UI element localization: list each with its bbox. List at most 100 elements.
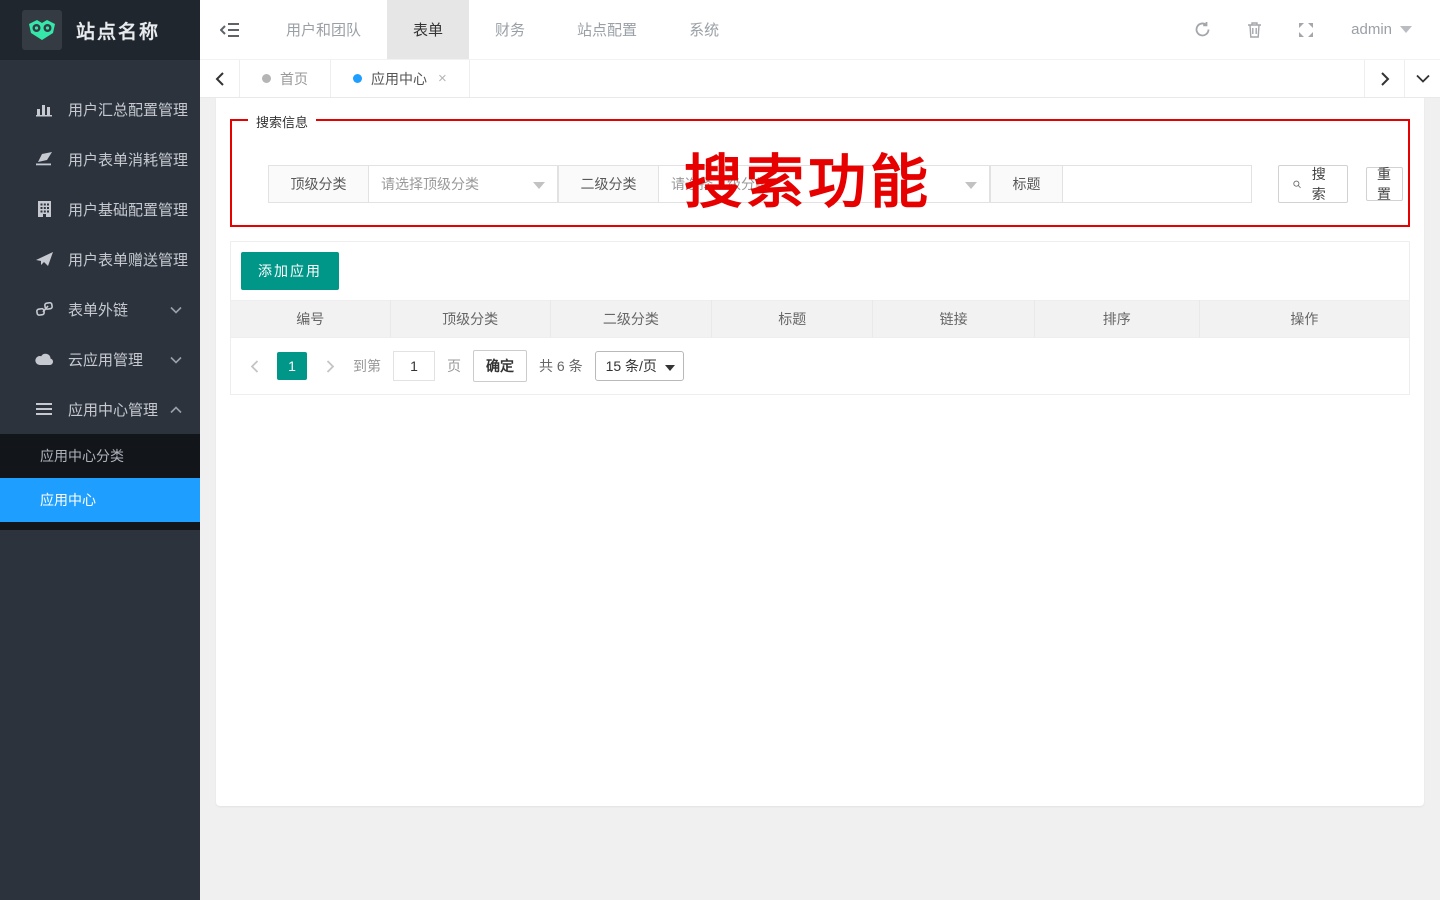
field-label: 二级分类 <box>559 166 659 202</box>
field-label: 标题 <box>991 166 1063 202</box>
eraser-icon <box>34 152 54 166</box>
fullscreen-icon[interactable] <box>1287 11 1325 49</box>
prev-page-icon[interactable] <box>243 353 265 379</box>
cloud-icon <box>34 353 54 366</box>
sidebar-item-label: 应用中心管理 <box>68 399 170 420</box>
submenu-item-app-center[interactable]: 应用中心 <box>0 478 200 522</box>
col-title: 标题 <box>712 301 873 338</box>
tab-dot-icon <box>262 74 271 83</box>
col-sort: 排序 <box>1034 301 1199 338</box>
close-icon[interactable]: × <box>438 70 447 87</box>
add-app-button[interactable]: 添加应用 <box>241 252 339 290</box>
app-window: 站点名称 用户和团队 表单 财务 站点配置 系统 <box>0 0 1440 900</box>
main-content: 搜索信息 顶级分类 请选择顶级分类 二级分类 请选择二级分类 <box>200 98 1440 900</box>
topnav-item-forms[interactable]: 表单 <box>387 0 469 59</box>
sidebar-item-label: 用户表单消耗管理 <box>68 149 188 170</box>
collapse-sidebar-icon[interactable] <box>200 0 260 59</box>
list-icon <box>34 403 54 415</box>
select-placeholder: 请选择二级分类 <box>671 174 769 194</box>
sidebar-item-label: 用户表单赠送管理 <box>68 249 188 270</box>
tab-label: 应用中心 <box>371 69 427 89</box>
page-size-value: 15 条/页 <box>606 356 657 376</box>
sidebar-item-user-summary[interactable]: 用户汇总配置管理 <box>0 84 200 134</box>
app-table: 编号 顶级分类 二级分类 标题 链接 排序 操作 <box>231 300 1409 338</box>
page-number-current[interactable]: 1 <box>277 352 307 380</box>
search-panel: 搜索信息 顶级分类 请选择顶级分类 二级分类 请选择二级分类 <box>230 119 1410 227</box>
sidebar-item-label: 用户汇总配置管理 <box>68 99 188 120</box>
chevron-down-icon <box>965 182 977 189</box>
sidebar-item-form-consumption[interactable]: 用户表单消耗管理 <box>0 134 200 184</box>
reset-button[interactable]: 重置 <box>1366 167 1403 201</box>
col-actions: 操作 <box>1199 301 1409 338</box>
tab-home[interactable]: 首页 <box>240 60 331 97</box>
top-navigation: 用户和团队 表单 财务 站点配置 系统 <box>260 0 745 59</box>
top-category-field: 顶级分类 请选择顶级分类 <box>268 165 558 203</box>
chevron-down-icon <box>170 301 182 318</box>
tabs-menu-icon[interactable] <box>1404 60 1440 97</box>
refresh-icon[interactable] <box>1183 11 1221 49</box>
top-category-select[interactable]: 请选择顶级分类 <box>369 166 557 202</box>
search-button[interactable]: 搜 索 <box>1278 165 1348 203</box>
pagination: 1 到第 页 确定 共 6 条 15 条/页 <box>231 338 1409 394</box>
total-count-label: 共 6 条 <box>539 356 583 376</box>
goto-label: 到第 <box>353 356 381 376</box>
tabs-scroll-left-icon[interactable] <box>200 60 240 97</box>
page-size-select[interactable]: 15 条/页 <box>595 351 684 381</box>
user-menu[interactable]: admin <box>1339 21 1412 38</box>
chevron-down-icon <box>1400 26 1412 33</box>
confirm-page-button[interactable]: 确定 <box>473 350 527 382</box>
next-page-icon[interactable] <box>319 353 341 379</box>
sidebar-item-cloud-app[interactable]: 云应用管理 <box>0 334 200 384</box>
username: admin <box>1351 21 1392 38</box>
sidebar: 用户汇总配置管理 用户表单消耗管理 用户基础配置管理 用户表单赠送管理 表单外链 <box>0 60 200 900</box>
building-icon <box>34 201 54 217</box>
topnav-item-site-config[interactable]: 站点配置 <box>551 0 663 59</box>
search-icon <box>1293 177 1301 192</box>
title-field: 标题 <box>990 165 1252 203</box>
chevron-up-icon <box>170 401 182 418</box>
sidebar-item-form-external-link[interactable]: 表单外链 <box>0 284 200 334</box>
owl-logo-icon <box>22 10 62 50</box>
col-id: 编号 <box>231 301 390 338</box>
content-card: 搜索信息 顶级分类 请选择顶级分类 二级分类 请选择二级分类 <box>216 98 1424 806</box>
search-button-label: 搜 索 <box>1308 164 1333 204</box>
header: 用户和团队 表单 财务 站点配置 系统 ad <box>200 0 1440 60</box>
bar-chart-icon <box>34 102 54 117</box>
submenu-item-app-center-category[interactable]: 应用中心分类 <box>0 434 200 478</box>
table-toolbar: 添加应用 <box>231 242 1409 300</box>
tabs-scroll-right-icon[interactable] <box>1364 60 1404 97</box>
sidebar-item-label: 表单外链 <box>68 299 170 320</box>
tab-dot-icon <box>353 74 362 83</box>
tab-app-center[interactable]: 应用中心 × <box>331 60 470 97</box>
sidebar-submenu: 应用中心分类 应用中心 <box>0 434 200 530</box>
title-input[interactable] <box>1063 166 1251 202</box>
select-placeholder: 请选择顶级分类 <box>381 174 479 194</box>
table-header-row: 编号 顶级分类 二级分类 标题 链接 排序 操作 <box>231 301 1409 338</box>
trash-icon[interactable] <box>1235 11 1273 49</box>
sidebar-item-label: 用户基础配置管理 <box>68 199 188 220</box>
page-unit-label: 页 <box>447 356 461 376</box>
sub-category-field: 二级分类 请选择二级分类 <box>558 165 990 203</box>
search-panel-title: 搜索信息 <box>248 112 316 131</box>
link-icon <box>34 302 54 317</box>
paper-plane-icon <box>34 252 54 267</box>
site-title: 站点名称 <box>76 17 160 44</box>
chevron-down-icon <box>170 351 182 368</box>
chevron-down-icon <box>665 365 675 371</box>
sub-category-select[interactable]: 请选择二级分类 <box>659 166 989 202</box>
header-actions: admin <box>1183 0 1440 59</box>
col-link: 链接 <box>873 301 1034 338</box>
goto-page-input[interactable] <box>393 351 435 381</box>
sidebar-item-user-base-config[interactable]: 用户基础配置管理 <box>0 184 200 234</box>
topnav-item-users-teams[interactable]: 用户和团队 <box>260 0 387 59</box>
topnav-item-system[interactable]: 系统 <box>663 0 745 59</box>
tab-bar: 首页 应用中心 × <box>200 60 1440 98</box>
topnav-item-finance[interactable]: 财务 <box>469 0 551 59</box>
sidebar-item-form-gift[interactable]: 用户表单赠送管理 <box>0 234 200 284</box>
field-label: 顶级分类 <box>269 166 369 202</box>
tab-label: 首页 <box>280 69 308 89</box>
brand-block: 站点名称 <box>0 0 200 60</box>
col-top-category: 顶级分类 <box>390 301 550 338</box>
sidebar-item-label: 云应用管理 <box>68 349 170 370</box>
sidebar-item-app-center-mgmt[interactable]: 应用中心管理 <box>0 384 200 434</box>
